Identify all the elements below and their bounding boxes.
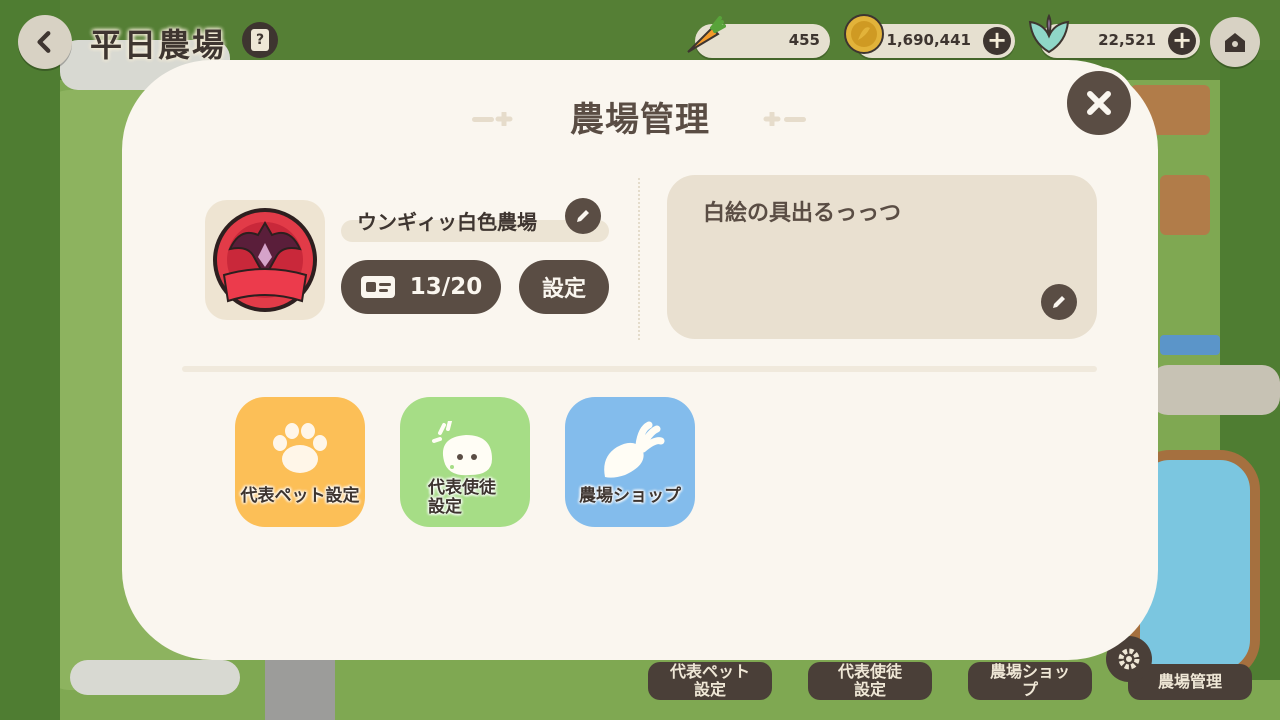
close-icon [1087, 91, 1111, 115]
settings-button[interactable]: 設定 [519, 260, 609, 314]
section-divider [182, 366, 1097, 372]
modal-title: 農場管理 [570, 100, 710, 140]
farm-description: 白絵の具出るっっつ [703, 201, 902, 226]
title-decoration-right [763, 112, 806, 126]
title-decoration-left [472, 112, 513, 126]
farm-name: ウンギィッ白色農場 [357, 210, 537, 234]
pet-settings-label: 代表ペット設定 [240, 486, 360, 506]
farm-description-box: 白絵の具出るっっつ [667, 175, 1097, 339]
pencil-icon [1053, 296, 1065, 308]
spirit-icon [432, 421, 492, 476]
farm-shop-tile[interactable]: 農場ショップ [565, 397, 695, 527]
farm-emblem[interactable] [205, 200, 325, 320]
farm-name-field: ウンギィッ白色農場 [341, 198, 609, 242]
pencil-icon [577, 210, 589, 222]
pet-settings-tile[interactable]: 代表ペット設定 [235, 397, 365, 527]
member-card-icon [360, 276, 395, 298]
paw-icon [273, 423, 327, 473]
edit-farm-name-button[interactable] [565, 198, 601, 234]
representative-settings-label: 代表使徒 設定 [428, 478, 496, 517]
emblem-icon [213, 208, 317, 312]
representative-settings-tile[interactable]: 代表使徒 設定 [400, 397, 530, 527]
close-button[interactable] [1063, 67, 1135, 139]
vertical-divider [638, 178, 640, 340]
members-button[interactable]: 13/20 [341, 260, 501, 314]
member-count: 13/20 [409, 274, 483, 300]
radish-icon [604, 421, 665, 478]
edit-description-button[interactable] [1041, 284, 1077, 320]
farm-shop-label: 農場ショップ [579, 486, 681, 506]
